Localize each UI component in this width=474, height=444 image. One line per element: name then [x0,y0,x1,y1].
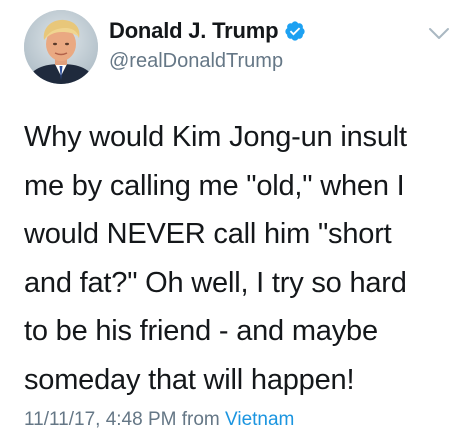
tweet-text-line: Why would Kim Jong-un insult [24,121,407,153]
from-label: from [181,409,220,430]
chevron-down-icon[interactable] [427,26,451,42]
tweet-location-link[interactable]: Vietnam [225,409,294,430]
tweet-text-line: someday that will happen! [24,363,355,396]
tweet-meta: 11/11/17, 4:48 PM from Vietnam [24,409,294,431]
verified-badge-icon [284,20,306,42]
avatar-image [24,10,98,84]
tweet-timestamp[interactable]: 11/11/17, 4:48 PM [24,409,176,430]
display-name[interactable]: Donald J. Trump [109,18,279,44]
tweet-text-line: would NEVER call him "short [24,218,392,250]
author-name-row: Donald J. Trump [109,17,306,45]
tweet-text-line: to be his friend - and maybe [24,315,378,347]
avatar[interactable] [24,10,98,84]
tweet-text-line: me by calling me "old," when I [24,169,405,202]
tweet-card: Donald J. Trump @realDonaldTrump Why wou… [0,0,474,444]
tweet-text-line: and fat?" Oh well, I try so hard [24,266,407,299]
tweet-text: Why would Kim Jong-un insult me by calli… [24,113,464,404]
user-handle[interactable]: @realDonaldTrump [109,50,283,73]
